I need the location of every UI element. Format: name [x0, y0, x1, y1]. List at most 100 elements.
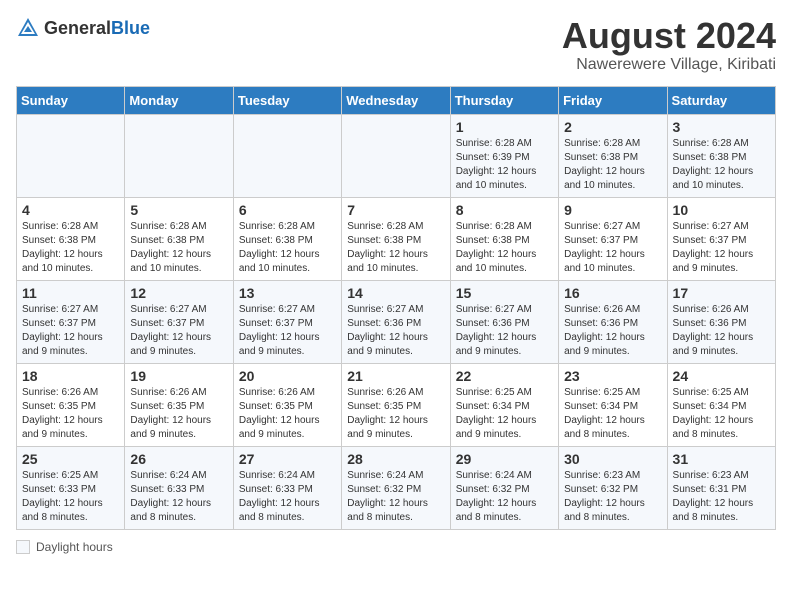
day-number: 6 [239, 202, 336, 218]
day-number: 7 [347, 202, 444, 218]
logo: GeneralBlue [16, 16, 150, 40]
day-info: Sunrise: 6:24 AM Sunset: 6:32 PM Dayligh… [347, 469, 444, 525]
header: GeneralBlue August 2024 Nawerewere Villa… [16, 16, 776, 74]
header-row: SundayMondayTuesdayWednesdayThursdayFrid… [17, 86, 776, 114]
calendar-cell: 27 Sunrise: 6:24 AM Sunset: 6:33 PM Dayli… [233, 446, 341, 529]
calendar-cell: 12Sunrise: 6:27 AM Sunset: 6:37 PM Dayli… [125, 280, 233, 363]
day-info: Sunrise: 6:25 AM Sunset: 6:34 PM Dayligh… [456, 386, 553, 442]
day-info: Sunrise: 6:24 AM Sunset: 6:32 PM Dayligh… [456, 469, 553, 525]
logo-icon [16, 16, 40, 40]
calendar-cell: 2 Sunrise: 6:28 AM Sunset: 6:38 PM Daylig… [559, 114, 667, 197]
legend-box [16, 540, 30, 554]
day-info: Sunrise: 6:24 AM Sunset: 6:33 PM Dayligh… [239, 469, 336, 525]
col-header-sunday: Sunday [17, 86, 125, 114]
day-number: 10 [673, 202, 770, 218]
day-number: 27 [239, 451, 336, 467]
calendar-cell: 19Sunrise: 6:26 AM Sunset: 6:35 PM Dayli… [125, 363, 233, 446]
calendar-cell: 29 Sunrise: 6:24 AM Sunset: 6:32 PM Dayli… [450, 446, 558, 529]
day-number: 17 [673, 285, 770, 301]
col-header-monday: Monday [125, 86, 233, 114]
day-number: 21 [347, 368, 444, 384]
calendar-cell: 5 Sunrise: 6:28 AM Sunset: 6:38 PM Daylig… [125, 197, 233, 280]
day-info: Sunrise: 6:27 AM Sunset: 6:37 PM Dayligh… [239, 303, 336, 359]
calendar-cell: 3Sunrise: 6:28 AM Sunset: 6:38 PM Daylig… [667, 114, 775, 197]
day-info: Sunrise: 6:28 AM Sunset: 6:38 PM Dayligh… [130, 220, 227, 276]
day-number: 8 [456, 202, 553, 218]
day-info: Sunrise: 6:27 AM Sunset: 6:37 PM Dayligh… [564, 220, 661, 276]
calendar-cell: 26 Sunrise: 6:24 AM Sunset: 6:33 PM Dayli… [125, 446, 233, 529]
logo-general: General [44, 18, 111, 38]
day-info: Sunrise: 6:23 AM Sunset: 6:32 PM Dayligh… [564, 469, 661, 525]
calendar-cell: 20 Sunrise: 6:26 AM Sunset: 6:35 PM Dayli… [233, 363, 341, 446]
title-area: August 2024 Nawerewere Village, Kiribati [562, 16, 776, 74]
calendar-cell: 6 Sunrise: 6:28 AM Sunset: 6:38 PM Daylig… [233, 197, 341, 280]
calendar-cell: 10 Sunrise: 6:27 AM Sunset: 6:37 PM Dayli… [667, 197, 775, 280]
logo-text: GeneralBlue [44, 18, 150, 39]
calendar-cell: 4Sunrise: 6:28 AM Sunset: 6:38 PM Daylig… [17, 197, 125, 280]
calendar-cell: 14 Sunrise: 6:27 AM Sunset: 6:36 PM Dayli… [342, 280, 450, 363]
day-number: 22 [456, 368, 553, 384]
day-info: Sunrise: 6:26 AM Sunset: 6:36 PM Dayligh… [673, 303, 770, 359]
calendar-cell: 8Sunrise: 6:28 AM Sunset: 6:38 PM Daylig… [450, 197, 558, 280]
calendar-cell [342, 114, 450, 197]
calendar-cell: 13 Sunrise: 6:27 AM Sunset: 6:37 PM Dayli… [233, 280, 341, 363]
day-number: 30 [564, 451, 661, 467]
day-info: Sunrise: 6:27 AM Sunset: 6:36 PM Dayligh… [456, 303, 553, 359]
day-number: 5 [130, 202, 227, 218]
day-info: Sunrise: 6:24 AM Sunset: 6:33 PM Dayligh… [130, 469, 227, 525]
week-row-3: 11 Sunrise: 6:27 AM Sunset: 6:37 PM Dayli… [17, 280, 776, 363]
day-number: 1 [456, 119, 553, 135]
day-info: Sunrise: 6:26 AM Sunset: 6:35 PM Dayligh… [347, 386, 444, 442]
day-info: Sunrise: 6:25 AM Sunset: 6:34 PM Dayligh… [673, 386, 770, 442]
calendar-header: SundayMondayTuesdayWednesdayThursdayFrid… [17, 86, 776, 114]
day-number: 15 [456, 285, 553, 301]
calendar-cell: 21 Sunrise: 6:26 AM Sunset: 6:35 PM Dayli… [342, 363, 450, 446]
day-info: Sunrise: 6:28 AM Sunset: 6:38 PM Dayligh… [239, 220, 336, 276]
day-info: Sunrise: 6:26 AM Sunset: 6:35 PM Dayligh… [22, 386, 119, 442]
calendar-cell [17, 114, 125, 197]
day-info: Sunrise: 6:25 AM Sunset: 6:34 PM Dayligh… [564, 386, 661, 442]
calendar-cell [125, 114, 233, 197]
calendar-cell: 22 Sunrise: 6:25 AM Sunset: 6:34 PM Dayli… [450, 363, 558, 446]
day-info: Sunrise: 6:26 AM Sunset: 6:35 PM Dayligh… [239, 386, 336, 442]
calendar-cell: 30 Sunrise: 6:23 AM Sunset: 6:32 PM Dayli… [559, 446, 667, 529]
day-number: 24 [673, 368, 770, 384]
day-info: Sunrise: 6:28 AM Sunset: 6:38 PM Dayligh… [347, 220, 444, 276]
day-info: Sunrise: 6:26 AM Sunset: 6:36 PM Dayligh… [564, 303, 661, 359]
calendar-cell: 1 Sunrise: 6:28 AM Sunset: 6:39 PM Daylig… [450, 114, 558, 197]
calendar-cell: 11 Sunrise: 6:27 AM Sunset: 6:37 PM Dayli… [17, 280, 125, 363]
day-number: 20 [239, 368, 336, 384]
subtitle: Nawerewere Village, Kiribati [562, 56, 776, 74]
logo-blue: Blue [111, 18, 150, 38]
legend: Daylight hours [16, 540, 776, 554]
day-number: 13 [239, 285, 336, 301]
day-number: 14 [347, 285, 444, 301]
day-info: Sunrise: 6:28 AM Sunset: 6:38 PM Dayligh… [673, 137, 770, 193]
day-number: 12 [130, 285, 227, 301]
day-number: 9 [564, 202, 661, 218]
day-number: 29 [456, 451, 553, 467]
day-number: 18 [22, 368, 119, 384]
day-info: Sunrise: 6:27 AM Sunset: 6:37 PM Dayligh… [673, 220, 770, 276]
col-header-friday: Friday [559, 86, 667, 114]
week-row-2: 4 Sunrise: 6:28 AM Sunset: 6:38 PM Daylig… [17, 197, 776, 280]
week-row-5: 25Sunrise: 6:25 AM Sunset: 6:33 PM Dayli… [17, 446, 776, 529]
week-row-1: 1 Sunrise: 6:28 AM Sunset: 6:39 PM Daylig… [17, 114, 776, 197]
calendar-cell: 18 Sunrise: 6:26 AM Sunset: 6:35 PM Dayli… [17, 363, 125, 446]
calendar-cell: 15 Sunrise: 6:27 AM Sunset: 6:36 PM Dayli… [450, 280, 558, 363]
col-header-wednesday: Wednesday [342, 86, 450, 114]
day-number: 11 [22, 285, 119, 301]
calendar-cell: 31Sunrise: 6:23 AM Sunset: 6:31 PM Dayli… [667, 446, 775, 529]
day-number: 4 [22, 202, 119, 218]
day-number: 19 [130, 368, 227, 384]
day-number: 26 [130, 451, 227, 467]
day-info: Sunrise: 6:27 AM Sunset: 6:37 PM Dayligh… [22, 303, 119, 359]
day-info: Sunrise: 6:28 AM Sunset: 6:38 PM Dayligh… [564, 137, 661, 193]
legend-label: Daylight hours [36, 540, 113, 554]
day-info: Sunrise: 6:27 AM Sunset: 6:36 PM Dayligh… [347, 303, 444, 359]
day-info: Sunrise: 6:28 AM Sunset: 6:39 PM Dayligh… [456, 137, 553, 193]
day-number: 2 [564, 119, 661, 135]
col-header-saturday: Saturday [667, 86, 775, 114]
calendar-cell: 24 Sunrise: 6:25 AM Sunset: 6:34 PM Dayli… [667, 363, 775, 446]
col-header-tuesday: Tuesday [233, 86, 341, 114]
